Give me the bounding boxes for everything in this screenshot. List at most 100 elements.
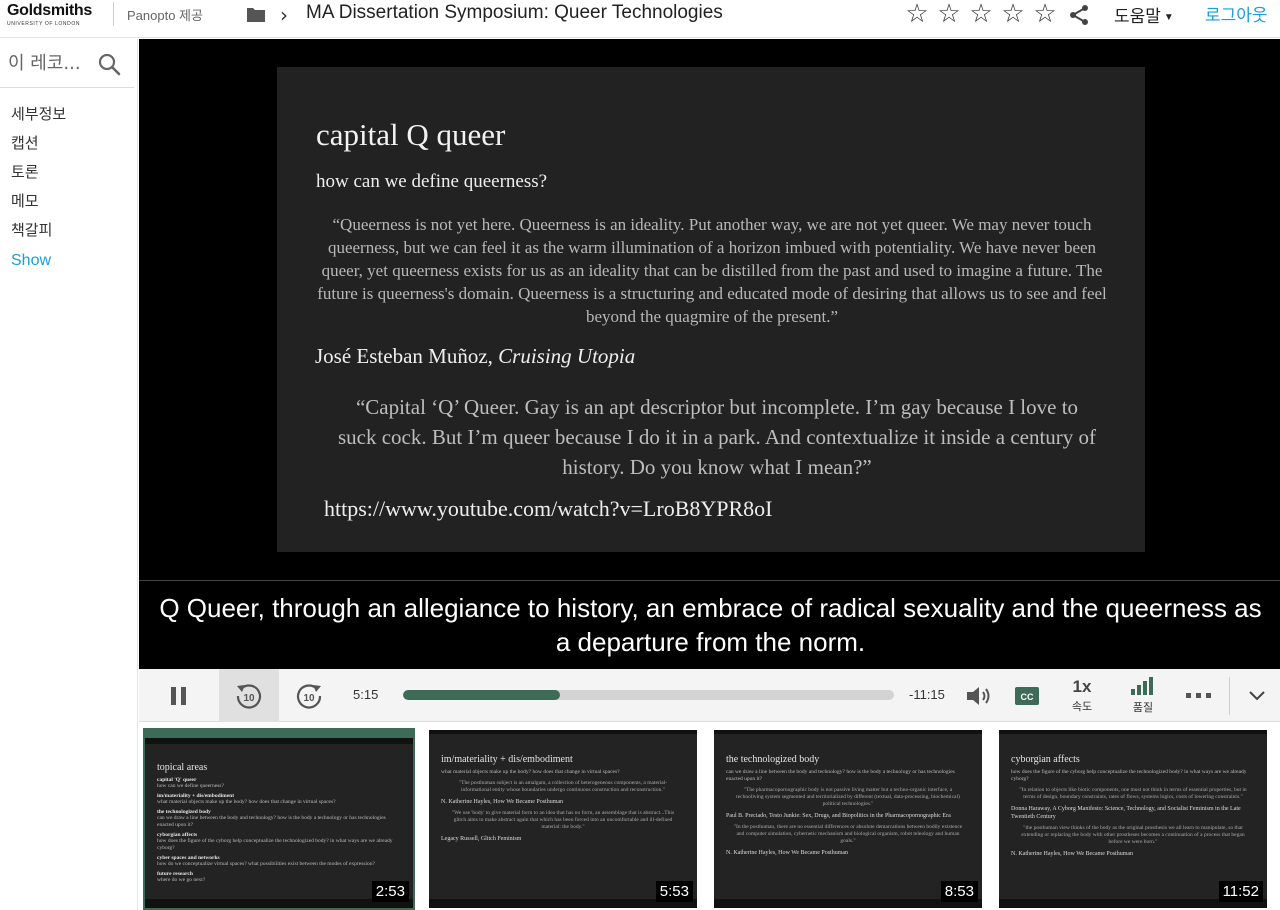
thumbnail-line: how can we define queerness?: [157, 783, 224, 789]
share-icon[interactable]: [1067, 3, 1091, 27]
session-title: MA Dissertation Symposium: Queer Technol…: [306, 2, 723, 23]
thumbnail-attribution: Legacy Russell, Glitch Feminism: [441, 836, 522, 842]
thumbnail-duration: 2:53: [371, 881, 409, 902]
forward-10-icon: 10: [296, 683, 322, 709]
thumbnail-line: can we draw a line between the body and …: [157, 815, 386, 828]
thumbnail-subtitle: what material objects make up the body? …: [441, 769, 620, 775]
sidebar-item-captions[interactable]: 캡션: [11, 131, 66, 160]
thumbnail-quote: "The posthuman subject is an amalgam, a …: [458, 780, 668, 793]
thumbnail-quote: "In relation to objects like biotic comp…: [1019, 787, 1247, 800]
progress-bar[interactable]: [403, 690, 894, 700]
cc-icon: CC: [1015, 686, 1039, 705]
caret-down-icon: ▼: [1163, 12, 1174, 24]
sidebar-item-notes[interactable]: 메모: [11, 189, 66, 218]
thumbnail-title: cyborgian affects: [1011, 754, 1080, 765]
breadcrumb-chevron-icon: ›: [280, 3, 288, 27]
thumbnail-technologized-body[interactable]: the technologized body can we draw a lin…: [714, 730, 982, 908]
speed-label: 속도: [1071, 699, 1093, 713]
thumbnail-slide: im/materiality + dis/embodiment what mat…: [429, 734, 697, 899]
slide-attribution-munoz: José Esteban Muñoz, Cruising Utopia: [315, 344, 635, 369]
slide-quote-munoz: “Queerness is not yet here. Queerness is…: [317, 215, 1107, 326]
captions-button[interactable]: CC: [1009, 669, 1045, 722]
thumbnail-topical-areas[interactable]: topical areas capital 'Q' queer how can …: [143, 728, 415, 910]
forward-10-button[interactable]: 10: [284, 669, 334, 722]
thumbnail-line: how do we conceptualize virtual spaces? …: [157, 861, 375, 867]
thumbnail-title: topical areas: [157, 762, 208, 773]
thumbnail-attribution: N. Katherine Hayles, How We Became Posth…: [726, 850, 849, 856]
slide-quote-capital-q: “Capital ‘Q’ Queer. Gay is an apt descri…: [337, 395, 1097, 479]
forward-seconds: 10: [303, 693, 315, 704]
attribution-work: Cruising Utopia: [498, 344, 636, 368]
panopto-attribution[interactable]: Panopto 제공: [127, 5, 203, 24]
slide-thumbnails: topical areas capital 'Q' queer how can …: [139, 722, 1280, 910]
player-controls: 10 10 5:15 -11:15 CC 1x 속도 품질: [139, 669, 1280, 722]
thumbnail-subtitle: how does the figure of the cyborg help c…: [1011, 769, 1247, 782]
collapse-toggle-button[interactable]: [1241, 669, 1273, 722]
pause-button[interactable]: [157, 669, 201, 722]
thumbnail-duration: 11:52: [1218, 881, 1263, 902]
rewind-seconds: 10: [243, 693, 255, 704]
presentation-slide: capital Q queer how can we define queern…: [277, 67, 1145, 552]
chevron-down-icon: [1249, 690, 1265, 700]
slide-url: https://www.youtube.com/watch?v=LroB8YPR…: [324, 496, 773, 521]
pause-icon: [171, 686, 186, 705]
thumbnail-slide: the technologized body can we draw a lin…: [714, 734, 982, 899]
volume-button[interactable]: [959, 669, 999, 722]
search-box: [0, 39, 134, 88]
quality-button[interactable]: 품질: [1120, 669, 1166, 722]
slide-title: capital Q queer: [316, 117, 506, 152]
logo-subtitle: UNIVERSITY OF LONDON: [7, 21, 81, 27]
progress-fill: [403, 690, 561, 700]
thumbnail-quote: "The pharmacopornographic body is not pa…: [736, 787, 960, 807]
cc-label: CC: [1021, 692, 1034, 702]
more-dots-icon: [1186, 692, 1211, 698]
thumbnail-attribution: Donna Haraway, A Cyborg Manifesto: Scien…: [1011, 806, 1241, 820]
star-icon[interactable]: ☆: [901, 0, 933, 28]
sidebar-item-details[interactable]: 세부정보: [11, 102, 66, 131]
thumbnail-line: where do we go next?: [157, 877, 206, 883]
caption-bar: Q Queer, through an allegiance to histor…: [139, 580, 1280, 669]
logout-link[interactable]: 로그아웃: [1205, 1, 1268, 26]
sidebar-item-bookmarks[interactable]: 책갈피: [11, 218, 66, 247]
star-icon[interactable]: ☆: [997, 0, 1029, 28]
thumbnail-line: how does the figure of the cyborg help c…: [157, 838, 393, 851]
header-divider: [113, 2, 114, 26]
star-icon[interactable]: ☆: [933, 0, 965, 28]
thumbnail-duration: 8:53: [940, 881, 978, 902]
speed-value: 1x: [1072, 676, 1092, 696]
thumbnail-quote: "We use 'body' to give material form to …: [451, 810, 675, 830]
more-options-button[interactable]: [1179, 669, 1219, 722]
thumbnail-title: the technologized body: [726, 754, 820, 765]
show-link[interactable]: Show: [11, 249, 66, 278]
speed-button[interactable]: 1x 속도: [1059, 669, 1105, 722]
search-input[interactable]: [8, 50, 88, 76]
attribution-author: José Esteban Muñoz,: [315, 344, 499, 368]
sidebar-nav: 세부정보 캡션 토론 메모 책갈피 Show: [11, 102, 66, 278]
thumbnail-subtitle: can we draw a line between the body and …: [726, 769, 955, 782]
rewind-10-button[interactable]: 10: [219, 669, 279, 722]
thumbnail-attribution: Paul B. Preciado, Testo Junkie: Sex, Dru…: [726, 813, 951, 819]
sidebar-item-discussion[interactable]: 토론: [11, 160, 66, 189]
quality-label: 품질: [1132, 700, 1154, 714]
search-icon[interactable]: [97, 52, 121, 76]
logo-name: Goldsmiths: [7, 2, 93, 19]
goldsmiths-logo[interactable]: Goldsmiths UNIVERSITY OF LONDON: [7, 2, 107, 34]
star-icon[interactable]: ☆: [1029, 0, 1061, 28]
help-menu-label: 도움말: [1114, 7, 1161, 26]
controls-divider: [1229, 677, 1230, 715]
thumbnail-immateriality[interactable]: im/materiality + dis/embodiment what mat…: [429, 730, 697, 908]
video-player[interactable]: capital Q queer how can we define queern…: [139, 39, 1280, 669]
rating-stars[interactable]: ☆ ☆ ☆ ☆ ☆: [901, 0, 1061, 28]
thumbnail-quote: "the posthuman view thinks of the body a…: [1021, 825, 1245, 845]
thumbnail-cyborgian-affects[interactable]: cyborgian affects how does the figure of…: [999, 730, 1267, 908]
star-icon[interactable]: ☆: [965, 0, 997, 28]
current-time: 5:15: [353, 687, 379, 702]
thumbnail-slide: cyborgian affects how does the figure of…: [999, 734, 1267, 899]
active-indicator: [145, 730, 413, 738]
help-menu[interactable]: 도움말 ▼: [1114, 2, 1174, 27]
folder-icon[interactable]: [246, 5, 266, 23]
top-header: Goldsmiths UNIVERSITY OF LONDON Panopto …: [0, 0, 1280, 38]
remaining-time: -11:15: [909, 687, 945, 702]
signal-bars-icon: [1131, 676, 1153, 695]
thumbnail-line: what material objects make up the body? …: [157, 799, 336, 805]
